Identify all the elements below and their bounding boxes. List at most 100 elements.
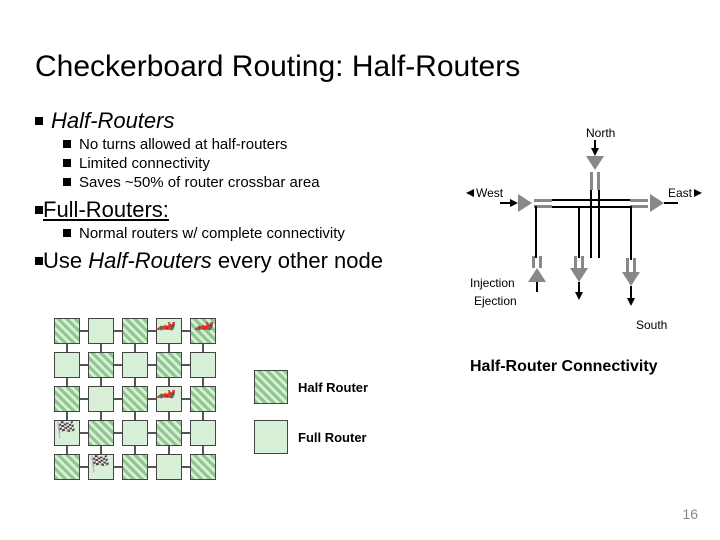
page-number: 16: [682, 506, 698, 522]
arrow-icon: [627, 298, 635, 306]
label-south: South: [636, 318, 667, 332]
grid-link: [66, 378, 68, 386]
legend-half-label: Half Router: [298, 380, 368, 395]
text: Normal routers w/ complete connectivity: [79, 225, 345, 242]
label-injection: Injection: [470, 276, 515, 290]
sub-bullet: Limited connectivity: [63, 155, 465, 172]
wire: [626, 258, 629, 272]
grid-link: [114, 466, 122, 468]
grid-node: [88, 386, 114, 412]
arrow-icon: [575, 292, 583, 300]
arrow-icon: [591, 148, 599, 156]
grid-node: [156, 420, 182, 446]
arrow-icon: [694, 189, 702, 197]
flag-icon: [90, 456, 114, 474]
grid-link: [202, 378, 204, 386]
wire: [536, 282, 538, 292]
grid-link: [182, 398, 190, 400]
grid-node: [54, 318, 80, 344]
grid-link: [100, 378, 102, 386]
arrow-icon: [510, 199, 518, 207]
grid-node: [122, 386, 148, 412]
car-icon: [194, 314, 218, 332]
sub-bullet: Normal routers w/ complete connectivity: [63, 225, 465, 242]
wire: [581, 256, 584, 268]
grid-node: [190, 420, 216, 446]
grid-node: [122, 318, 148, 344]
bullet-half-routers: Half-Routers: [35, 108, 465, 134]
sub-bullet: Saves ~50% of router crossbar area: [63, 174, 465, 191]
slide: Checkerboard Routing: Half-Routers Half-…: [0, 0, 720, 540]
grid-link: [182, 432, 190, 434]
text: Limited connectivity: [79, 155, 210, 172]
wire: [590, 190, 592, 258]
wire: [630, 199, 648, 202]
grid-node: [54, 454, 80, 480]
text: Half-Routers: [88, 248, 211, 273]
text: No turns allowed at half-routers: [79, 136, 287, 153]
grid-link: [202, 446, 204, 454]
schematic-caption: Half-Router Connectivity: [470, 358, 658, 376]
grid-link: [80, 364, 88, 366]
grid-node: [88, 352, 114, 378]
grid-link: [202, 344, 204, 352]
grid-link: [80, 398, 88, 400]
text: Half-Routers: [51, 108, 174, 133]
grid-link: [114, 330, 122, 332]
grid-node: [190, 454, 216, 480]
legend-full-label: Full Router: [298, 430, 367, 445]
grid-node: [156, 352, 182, 378]
wire: [630, 205, 648, 208]
buffer-icon: [518, 194, 532, 212]
label-east: East: [668, 186, 692, 200]
wire: [578, 206, 580, 258]
label-west: West: [476, 186, 503, 200]
car-icon: [156, 314, 180, 332]
grid-node: [54, 352, 80, 378]
grid-link: [114, 364, 122, 366]
grid-link: [182, 364, 190, 366]
flag-icon: [56, 422, 80, 440]
grid-link: [182, 330, 190, 332]
grid-node: [156, 454, 182, 480]
grid-node: [88, 420, 114, 446]
grid-node: [122, 352, 148, 378]
grid-link: [148, 398, 156, 400]
wire: [590, 172, 593, 190]
buffer-icon: [622, 272, 640, 286]
grid-link: [100, 412, 102, 420]
grid-link: [134, 412, 136, 420]
grid-node: [122, 420, 148, 446]
buffer-icon: [650, 194, 664, 212]
grid-link: [168, 344, 170, 352]
grid-link: [66, 446, 68, 454]
grid-link: [100, 446, 102, 454]
grid-link: [114, 398, 122, 400]
grid-node: [190, 386, 216, 412]
half-router-schematic: North South East West Injection Ejection: [466, 128, 700, 338]
legend-half-box: [254, 370, 288, 404]
page-title: Checkerboard Routing: Half-Routers: [35, 50, 520, 84]
grid-link: [168, 446, 170, 454]
grid-node: [88, 318, 114, 344]
grid-link: [100, 344, 102, 352]
grid-link: [148, 432, 156, 434]
grid-node: [54, 386, 80, 412]
wire: [539, 256, 542, 268]
wire: [598, 190, 600, 258]
grid-link: [148, 466, 156, 468]
grid-node: [122, 454, 148, 480]
wire: [597, 172, 600, 190]
wire: [630, 206, 632, 260]
grid-link: [80, 330, 88, 332]
car-icon: [156, 382, 180, 400]
grid-link: [66, 344, 68, 352]
buffer-icon: [528, 268, 546, 282]
grid-link: [182, 466, 190, 468]
grid-link: [114, 432, 122, 434]
wire: [535, 206, 537, 258]
text: every other node: [212, 248, 383, 273]
grid-link: [148, 364, 156, 366]
wire: [574, 256, 577, 268]
label-north: North: [586, 126, 615, 140]
